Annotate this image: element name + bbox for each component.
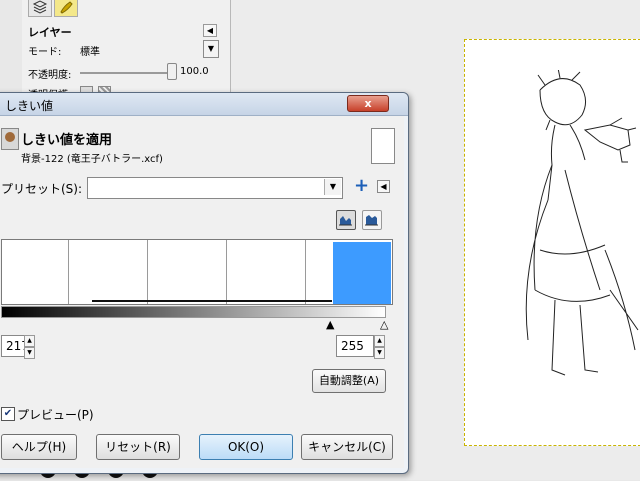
log-histogram-icon[interactable]	[362, 210, 382, 230]
opacity-label: 不透明度:	[28, 70, 72, 81]
reset-button[interactable]: リセット(R)	[96, 434, 180, 460]
spin-up-icon[interactable]: ▲	[374, 335, 385, 347]
spin-up-icon[interactable]: ▲	[24, 335, 35, 347]
opacity-slider-track[interactable]	[80, 72, 172, 74]
histogram[interactable]	[1, 239, 393, 305]
sketch-drawing	[525, 70, 639, 376]
dock-title: レイヤー	[28, 26, 72, 39]
gimp-threshold-icon	[1, 128, 19, 150]
dialog-titlebar[interactable]: しきい値 x	[0, 93, 408, 116]
high-threshold-input[interactable]: 255	[336, 335, 374, 357]
preset-combo[interactable]: ▼	[87, 177, 343, 199]
threshold-dialog: しきい値 x しきい値を適用 背景-122 (竜王子バトラー.xcf) プリセッ…	[0, 92, 409, 474]
preset-label: プリセット(S):	[1, 182, 83, 196]
dialog-title: しきい値	[5, 99, 54, 113]
layers-tab[interactable]	[28, 0, 52, 17]
dock-tabs	[28, 0, 80, 17]
histogram-baseline	[92, 300, 332, 302]
low-threshold-handle-icon[interactable]: ▲	[326, 319, 334, 330]
histogram-gridline	[226, 240, 227, 304]
close-button[interactable]: x	[347, 95, 389, 112]
value-gradient-bar	[1, 306, 386, 318]
add-preset-icon[interactable]: +	[354, 176, 369, 196]
linear-histogram-icon[interactable]	[336, 210, 356, 230]
dialog-heading: しきい値を適用	[21, 133, 113, 148]
layers-stack-icon	[32, 0, 48, 14]
mode-label: モード:	[28, 47, 62, 58]
spin-down-icon[interactable]: ▼	[24, 347, 35, 359]
opacity-value[interactable]: 100.0	[180, 66, 209, 77]
preview-label[interactable]: プレビュー(P)	[17, 406, 94, 423]
mode-dropdown-icon[interactable]: ▼	[203, 40, 219, 58]
preview-checkbox[interactable]: ✔	[1, 407, 15, 421]
brush-icon	[60, 1, 73, 14]
mode-value[interactable]: 標準	[80, 43, 100, 58]
cancel-button[interactable]: キャンセル(C)	[301, 434, 393, 460]
image-thumbnail	[371, 128, 395, 164]
high-threshold-value: 255	[341, 339, 364, 353]
threshold-range-fill	[333, 242, 391, 304]
dialog-body: しきい値を適用 背景-122 (竜王子バトラー.xcf) プリセット(S): ▼…	[0, 116, 404, 468]
dock-menu-arrow-icon[interactable]: ◀	[203, 24, 217, 37]
low-threshold-input[interactable]: 217	[1, 335, 29, 357]
low-threshold-stepper[interactable]: ▲ ▼	[24, 335, 35, 359]
histogram-gridline	[305, 240, 306, 304]
high-threshold-stepper[interactable]: ▲ ▼	[374, 335, 385, 359]
help-button[interactable]: ヘルプ(H)	[1, 434, 77, 460]
brush-tab[interactable]	[54, 0, 78, 17]
ok-button[interactable]: OK(O)	[199, 434, 293, 460]
spin-down-icon[interactable]: ▼	[374, 347, 385, 359]
histogram-gridline	[68, 240, 69, 304]
image-name: 背景-122 (竜王子バトラー.xcf)	[21, 154, 163, 165]
opacity-slider-handle[interactable]	[167, 63, 177, 80]
auto-button[interactable]: 自動調整(A)	[312, 369, 386, 393]
preset-menu-arrow-icon[interactable]: ◀	[377, 180, 390, 193]
histogram-gridline	[147, 240, 148, 304]
chevron-down-icon[interactable]: ▼	[324, 179, 341, 195]
high-threshold-handle-icon[interactable]: △	[380, 319, 388, 330]
